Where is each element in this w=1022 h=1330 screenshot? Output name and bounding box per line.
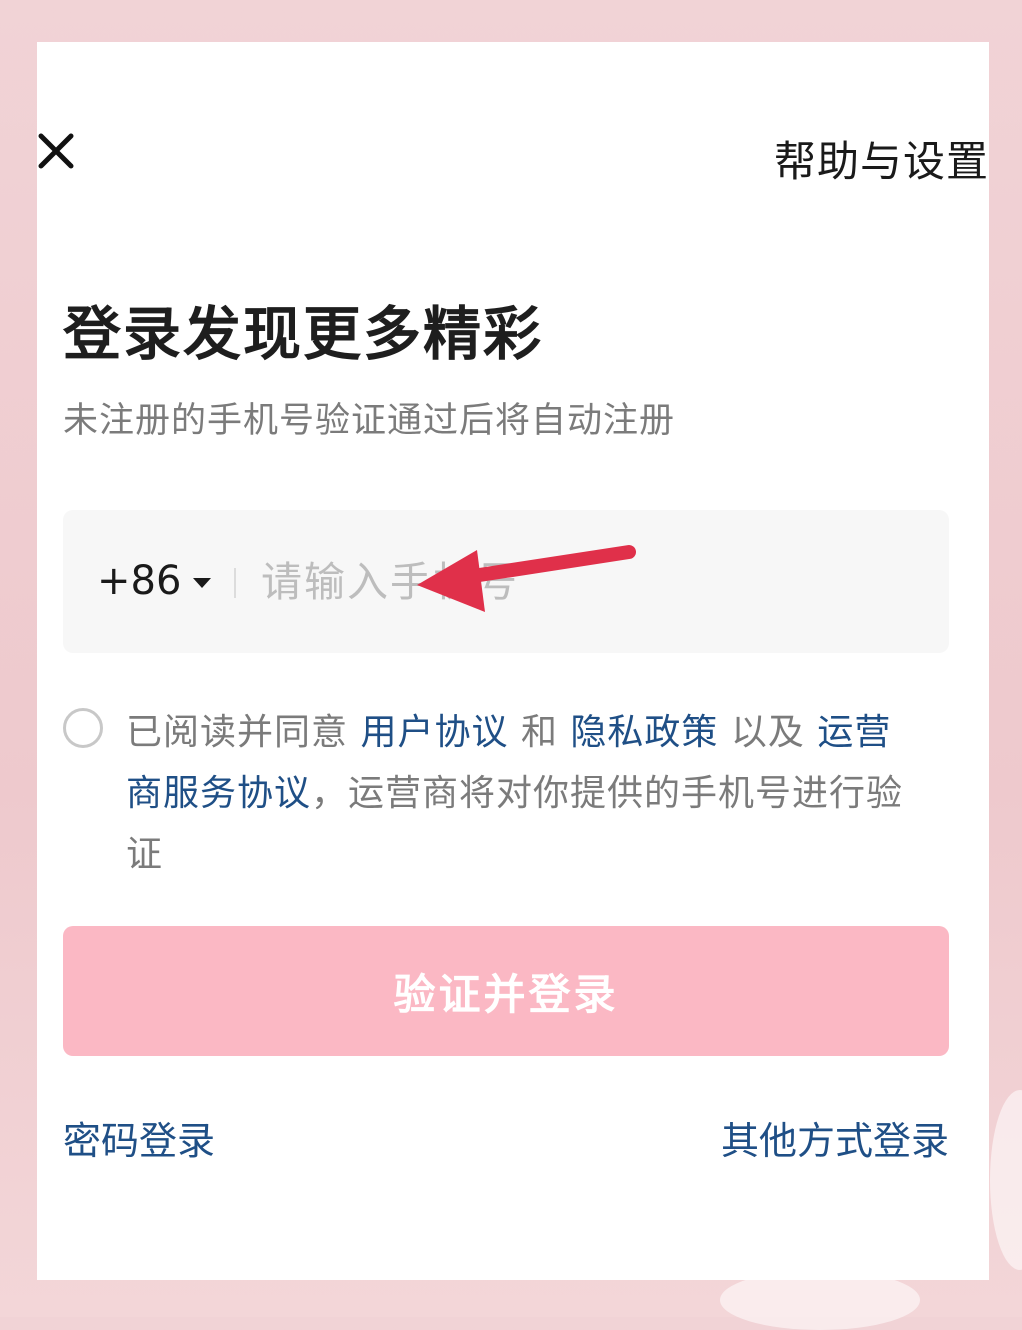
agree-checkbox[interactable] (63, 708, 103, 748)
page-title: 登录发现更多精彩 (63, 300, 544, 368)
page-subtitle: 未注册的手机号验证通过后将自动注册 (63, 401, 676, 441)
country-code-selector[interactable]: +86 (97, 558, 212, 604)
verify-login-button[interactable]: 验证并登录 (63, 926, 949, 1056)
country-code-label: +86 (97, 558, 182, 604)
annotation-arrow (417, 545, 636, 612)
background-petal (990, 1090, 1022, 1270)
password-login-link[interactable]: 密码登录 (63, 1110, 215, 1165)
caret-down-icon (193, 578, 212, 588)
agreement-text: 已阅读并同意 用户协议 和 隐私政策 以及 运营商服务协议，运营商将对你提供的手… (126, 702, 926, 885)
user-agreement-link[interactable]: 用户协议 (360, 712, 508, 753)
agreement-as-well-as: 以及 (730, 712, 805, 753)
help-settings-link[interactable]: 帮助与设置 (774, 128, 989, 189)
login-card: 帮助与设置 登录发现更多精彩 未注册的手机号验证通过后将自动注册 +86 已阅读… (37, 42, 989, 1280)
divider (234, 568, 236, 598)
close-button[interactable] (37, 132, 77, 172)
agreement-prefix: 已阅读并同意 (126, 712, 349, 753)
privacy-policy-link[interactable]: 隐私政策 (570, 712, 718, 753)
agreement-and: 和 (520, 712, 558, 753)
close-icon (38, 133, 74, 169)
other-login-link[interactable]: 其他方式登录 (721, 1110, 949, 1165)
